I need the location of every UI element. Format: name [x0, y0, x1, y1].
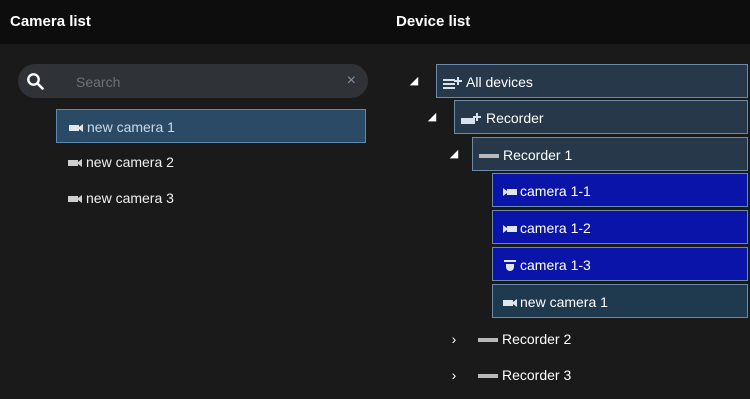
camera-icon: [503, 188, 517, 197]
camera-icon: [68, 159, 82, 168]
tree-node-label: All devices: [466, 74, 533, 90]
tree-node-camera[interactable]: camera 1-2: [492, 210, 748, 244]
camera-list-title: Camera list: [0, 0, 378, 44]
tree-node-label: Recorder 2: [502, 331, 572, 347]
recorder-icon: [478, 374, 498, 379]
search-input[interactable]: [74, 64, 328, 100]
tree-node-all-devices[interactable]: All devices: [436, 64, 748, 98]
collapse-arrow-icon[interactable]: ◢: [426, 100, 438, 134]
device-list-title: Device list: [378, 0, 750, 44]
tree-node-camera[interactable]: camera 1-3: [492, 247, 748, 281]
search-box[interactable]: ×: [18, 64, 368, 100]
tree-node-label: Recorder: [486, 110, 544, 126]
expand-arrow-icon[interactable]: ›: [448, 358, 460, 392]
recorder-group-icon: [461, 113, 481, 125]
camera-icon: [503, 225, 517, 234]
tree-node-recorder-group[interactable]: Recorder: [454, 100, 748, 134]
collapse-arrow-icon[interactable]: ◢: [408, 64, 420, 98]
search-icon[interactable]: [26, 72, 44, 90]
camera-list-item[interactable]: new camera 1: [56, 109, 366, 143]
tree-node-label: Recorder 3: [502, 367, 572, 383]
tree-node-label: camera 1-3: [520, 257, 591, 273]
recorder-icon: [478, 338, 498, 343]
camera-icon: [503, 299, 517, 308]
tree-node-label: camera 1-2: [520, 220, 591, 236]
camera-icon: [69, 124, 83, 133]
camera-list-item[interactable]: new camera 3: [56, 181, 366, 215]
all-devices-icon: [443, 77, 462, 90]
expand-arrow-icon[interactable]: ›: [448, 322, 460, 356]
camera-list-item-label: new camera 1: [87, 119, 175, 135]
tree-node-recorder-2[interactable]: Recorder 2: [472, 322, 748, 356]
recorder-icon: [479, 154, 499, 159]
tree-node-camera[interactable]: camera 1-1: [492, 173, 748, 207]
dome-camera-icon: [504, 260, 516, 272]
tree-node-recorder-1[interactable]: Recorder 1: [472, 137, 748, 171]
camera-list-item-label: new camera 3: [86, 190, 174, 206]
tree-node-label: camera 1-1: [520, 183, 591, 199]
camera-list-item-label: new camera 2: [86, 154, 174, 170]
camera-list-item[interactable]: new camera 2: [56, 145, 366, 179]
camera-icon: [68, 195, 82, 204]
clear-search-icon[interactable]: ×: [347, 70, 356, 92]
camera-list-panel: Camera list × new camera 1 new camera 2 …: [0, 0, 378, 399]
collapse-arrow-icon[interactable]: ◢: [448, 137, 460, 171]
tree-node-label: new camera 1: [520, 294, 608, 310]
tree-node-camera[interactable]: new camera 1: [492, 284, 748, 318]
tree-node-label: Recorder 1: [503, 147, 573, 163]
device-list-panel: Device list ◢ All devices ◢ Recorder ◢ R…: [378, 0, 750, 399]
tree-node-recorder-3[interactable]: Recorder 3: [472, 358, 748, 392]
